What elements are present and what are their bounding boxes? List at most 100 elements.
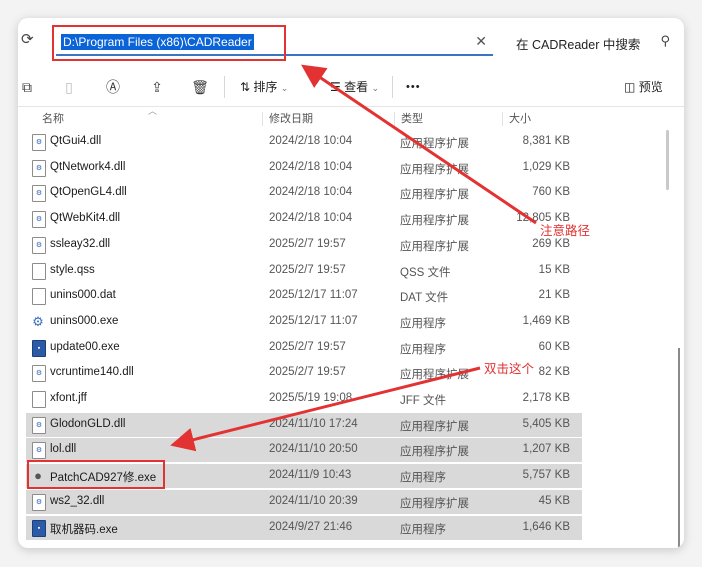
file-file-icon xyxy=(32,391,46,408)
file-name[interactable]: QtOpenGL4.dll xyxy=(50,186,127,198)
file-name[interactable]: update00.exe xyxy=(50,341,120,353)
chevron-down-icon: ⌄ xyxy=(371,83,380,93)
file-type: JFF 文件 xyxy=(400,395,446,407)
toolbar-divider xyxy=(224,76,225,98)
sort-button[interactable]: ⇅ 排序 ⌄ xyxy=(240,77,288,97)
file-dll-icon: ⚙ xyxy=(32,185,46,203)
file-size: 8,381 KB xyxy=(522,135,570,147)
file-type: 应用程序扩展 xyxy=(400,446,469,459)
file-type: 应用程序扩展 xyxy=(400,420,469,433)
column-header-size[interactable]: 大小 xyxy=(509,110,531,126)
delete-icon[interactable]: 🗑 xyxy=(191,78,209,96)
file-size: 60 KB xyxy=(538,340,570,353)
preview-pane-icon: ◫ xyxy=(624,80,636,94)
column-header-type[interactable]: 类型 xyxy=(401,110,423,126)
file-name[interactable]: QtGui4.dll xyxy=(50,135,101,147)
file-name[interactable]: unins000.dat xyxy=(50,289,116,301)
clear-icon[interactable]: ✕ xyxy=(475,33,487,50)
file-name[interactable]: unins000.exe xyxy=(50,315,118,327)
file-name[interactable]: GlodonGLD.dll xyxy=(50,418,125,430)
file-file-icon xyxy=(32,262,46,280)
file-size: 1,029 KB xyxy=(522,160,570,173)
file-gear-icon: ⚙ xyxy=(32,313,44,329)
file-name[interactable]: lol.dll xyxy=(50,443,76,455)
file-date: 2025/2/7 19:57 xyxy=(269,263,346,276)
file-type: 应用程序 xyxy=(400,523,446,536)
file-row[interactable]: ▪ update00.exe 2025/2/7 19:57 应用程序 60 KB xyxy=(26,336,582,360)
share-icon[interactable]: ⇪ xyxy=(148,78,166,96)
search-placeholder: 在 CADReader 中搜索 xyxy=(516,38,641,52)
file-row[interactable]: ⚙ QtNetwork4.dll 2024/2/18 10:04 应用程序扩展 1,02… xyxy=(26,156,582,180)
file-name[interactable]: QtWebKit4.dll xyxy=(50,212,120,224)
file-size: 1,646 KB xyxy=(522,520,570,533)
column-header-date[interactable]: 修改日期 xyxy=(269,110,313,126)
preview-pane-button[interactable]: ◫ 预览 xyxy=(624,77,663,97)
file-date: 2024/2/18 10:04 xyxy=(269,160,353,173)
file-file-icon xyxy=(32,288,46,306)
column-divider xyxy=(262,112,263,126)
file-size: 269 KB xyxy=(532,237,570,250)
dblclick-note: 双击这个 xyxy=(484,362,535,376)
file-dll-icon: ⚙ xyxy=(32,416,46,434)
file-size: 1,207 KB xyxy=(522,443,570,456)
file-row[interactable]: ⚙ ssleay32.dll 2025/2/7 19:57 应用程序扩展 269 KB xyxy=(26,233,582,257)
file-name[interactable]: 取机器码.exe xyxy=(50,521,118,537)
view-button[interactable]: ☰ 查看 ⌄ xyxy=(330,77,379,97)
rename-icon[interactable]: Ⓐ xyxy=(104,78,122,96)
file-type: 应用程序扩展 xyxy=(400,369,469,382)
file-type: 应用程序扩展 xyxy=(400,163,469,176)
file-name[interactable]: style.qss xyxy=(50,264,95,276)
file-row[interactable]: ⚙ ws2_32.dll 2024/11/10 20:39 应用程序扩展 45 KB xyxy=(26,489,582,514)
file-size: 5,757 KB xyxy=(522,469,570,482)
file-date: 2025/5/19 19:08 xyxy=(269,392,353,404)
file-dll-icon: ⚙ xyxy=(32,442,46,460)
file-date: 2024/11/10 17:24 xyxy=(269,417,358,430)
file-row[interactable]: ⚙ unins000.exe 2025/12/17 11:07 应用程序 1,469 K… xyxy=(26,310,582,334)
file-row[interactable]: xfont.jff 2025/5/19 19:08 JFF 文件 2,178 KB xyxy=(26,387,582,411)
file-row[interactable]: ⚙ QtOpenGL4.dll 2024/2/18 10:04 应用程序扩展 760 K… xyxy=(26,181,582,205)
file-size: 5,405 KB xyxy=(522,417,570,430)
search-input[interactable]: 在 CADReader 中搜索 ⚲ xyxy=(510,30,676,54)
file-name[interactable]: ws2_32.dll xyxy=(50,495,104,507)
path-note: 注意路径 xyxy=(540,224,591,238)
file-type: 应用程序扩展 xyxy=(400,189,469,202)
file-row[interactable]: ⚙ GlodonGLD.dll 2024/11/10 17:24 应用程序扩展 5,40… xyxy=(26,412,582,437)
file-dll-icon: ⚙ xyxy=(32,134,46,151)
view-icon: ☰ xyxy=(330,80,341,94)
file-name[interactable]: ssleay32.dll xyxy=(50,238,110,250)
refresh-icon[interactable]: ⟳ xyxy=(21,32,37,48)
file-date: 2024/2/18 10:04 xyxy=(269,186,353,199)
file-dll-icon: ⚙ xyxy=(32,365,46,383)
file-row[interactable]: unins000.dat 2025/12/17 11:07 DAT 文件 21 KB xyxy=(26,284,582,308)
file-exe-icon: ▪ xyxy=(32,339,46,357)
file-name[interactable]: QtNetwork4.dll xyxy=(50,161,125,173)
file-row[interactable]: style.qss 2025/2/7 19:57 QSS 文件 15 KB xyxy=(26,259,582,283)
file-size: 2,178 KB xyxy=(522,392,570,404)
file-date: 2025/12/17 11:07 xyxy=(269,314,358,327)
path-highlight-box xyxy=(52,25,286,61)
file-type: 应用程序 xyxy=(400,472,446,485)
scrollbar-thumb[interactable] xyxy=(666,130,669,190)
file-size: 15 KB xyxy=(538,263,570,276)
file-size: 45 KB xyxy=(538,494,570,507)
file-date: 2024/11/10 20:50 xyxy=(269,443,358,456)
scrollbar[interactable] xyxy=(678,348,680,548)
search-icon[interactable]: ⚲ xyxy=(660,33,670,49)
paste-icon[interactable]: ▯ xyxy=(60,78,78,96)
file-date: 2024/11/9 10:43 xyxy=(269,469,352,482)
column-divider xyxy=(394,112,395,126)
file-date: 2024/2/18 10:04 xyxy=(269,212,353,225)
column-header-name[interactable]: 名称 xyxy=(42,110,64,126)
file-row[interactable]: ▪ 取机器码.exe 2024/9/27 21:46 应用程序 1,646 KB xyxy=(26,515,582,540)
file-row[interactable]: ⚙ lol.dll 2024/11/10 20:50 应用程序扩展 1,207 KB xyxy=(26,438,582,463)
file-row[interactable]: ⚙ QtWebKit4.dll 2024/2/18 10:04 应用程序扩展 12,80… xyxy=(26,207,582,231)
file-type: DAT 文件 xyxy=(400,292,449,305)
file-type: 应用程序扩展 xyxy=(400,215,469,228)
more-options-button[interactable]: ••• xyxy=(406,77,421,97)
file-name[interactable]: vcruntime140.dll xyxy=(50,366,134,378)
file-size: 1,469 KB xyxy=(522,314,570,327)
copy-icon[interactable]: ⧉ xyxy=(18,78,36,96)
file-row[interactable]: ⚙ QtGui4.dll 2024/2/18 10:04 应用程序扩展 8,381 KB xyxy=(26,130,582,154)
file-type: 应用程序扩展 xyxy=(400,497,469,510)
file-name[interactable]: xfont.jff xyxy=(50,392,87,404)
